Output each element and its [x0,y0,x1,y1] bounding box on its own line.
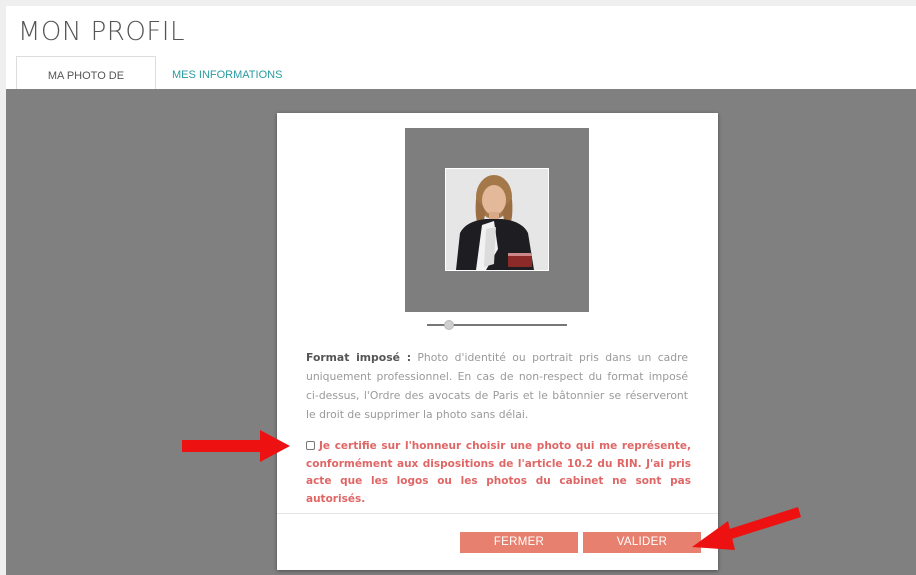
certify-statement: Je certifie sur l'honneur choisir une ph… [306,438,691,508]
photo-modal: Format imposé : Photo d'identité ou port… [277,113,718,570]
red-arrow-annotation-icon [182,430,290,462]
validate-button[interactable]: VALIDER [583,532,701,553]
portrait-photo [446,169,548,270]
certify-text[interactable]: Je certifie sur l'honneur choisir une ph… [306,440,691,505]
photo-crop-area[interactable] [405,128,589,312]
certify-checkbox[interactable] [306,441,315,450]
modal-footer-divider [277,513,718,514]
zoom-slider[interactable] [427,318,567,332]
crop-selection-box[interactable] [445,168,549,271]
format-label: Format imposé : [306,351,412,364]
red-arrow-annotation-icon [692,507,801,550]
format-notice: Format imposé : Photo d'identité ou port… [306,348,688,424]
page-title: MON PROFIL [18,17,185,47]
close-button[interactable]: FERMER [460,532,578,553]
slider-thumb[interactable] [443,320,454,330]
